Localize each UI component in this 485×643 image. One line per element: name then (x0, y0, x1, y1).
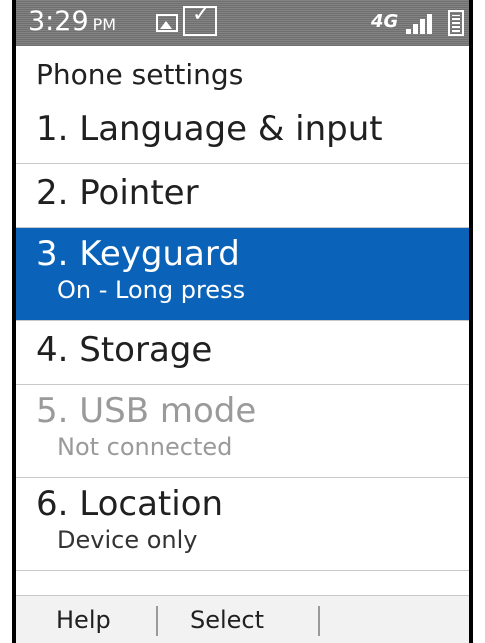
menu-item-storage[interactable]: 4. Storage (16, 321, 469, 385)
menu-item-label: 3. Keyguard (36, 234, 240, 274)
phone-screen: 3:29PM 4G Phone settings 1. Language & i… (12, 0, 473, 643)
menu-item-keyguard[interactable]: 3. Keyguard On - Long press (16, 228, 469, 321)
menu-item-label: 4. Storage (36, 330, 213, 370)
page-header: Phone settings (16, 46, 469, 100)
checkbox-notification-icon (183, 2, 217, 36)
menu-item-sublabel: On - Long press (57, 276, 246, 304)
image-notification-icon (156, 14, 178, 32)
softkey-help[interactable]: Help (56, 606, 111, 634)
status-time: 3:29 PM (28, 6, 116, 37)
menu-item-pointer[interactable]: 2. Pointer (16, 164, 469, 228)
menu-item-sublabel: Device only (57, 526, 198, 554)
softkey-divider (156, 606, 158, 636)
menu-item-usb-mode: 5. USB mode Not connected (16, 385, 469, 478)
softkey-select[interactable]: Select (190, 606, 264, 634)
menu-item-sublabel: Not connected (57, 433, 233, 461)
time-ampm: PM (92, 15, 117, 34)
softkey-divider (318, 606, 320, 636)
settings-list: 1. Language & input 2. Pointer 3. Keygua… (16, 100, 469, 571)
menu-item-language-input[interactable]: 1. Language & input (16, 100, 469, 164)
menu-item-label: 6. Location (36, 484, 224, 524)
time-value: 3:29 (28, 6, 89, 37)
page-title: Phone settings (36, 58, 244, 91)
menu-item-label: 2. Pointer (36, 173, 199, 213)
signal-strength-icon (406, 14, 434, 34)
menu-item-label: 5. USB mode (36, 391, 257, 431)
network-type-icon: 4G (371, 11, 399, 32)
softkey-bar: Help Select (16, 595, 469, 643)
menu-item-location[interactable]: 6. Location Device only (16, 478, 469, 571)
status-bar: 3:29PM 4G (16, 0, 469, 46)
menu-item-label: 1. Language & input (36, 109, 383, 149)
battery-icon (448, 10, 464, 36)
